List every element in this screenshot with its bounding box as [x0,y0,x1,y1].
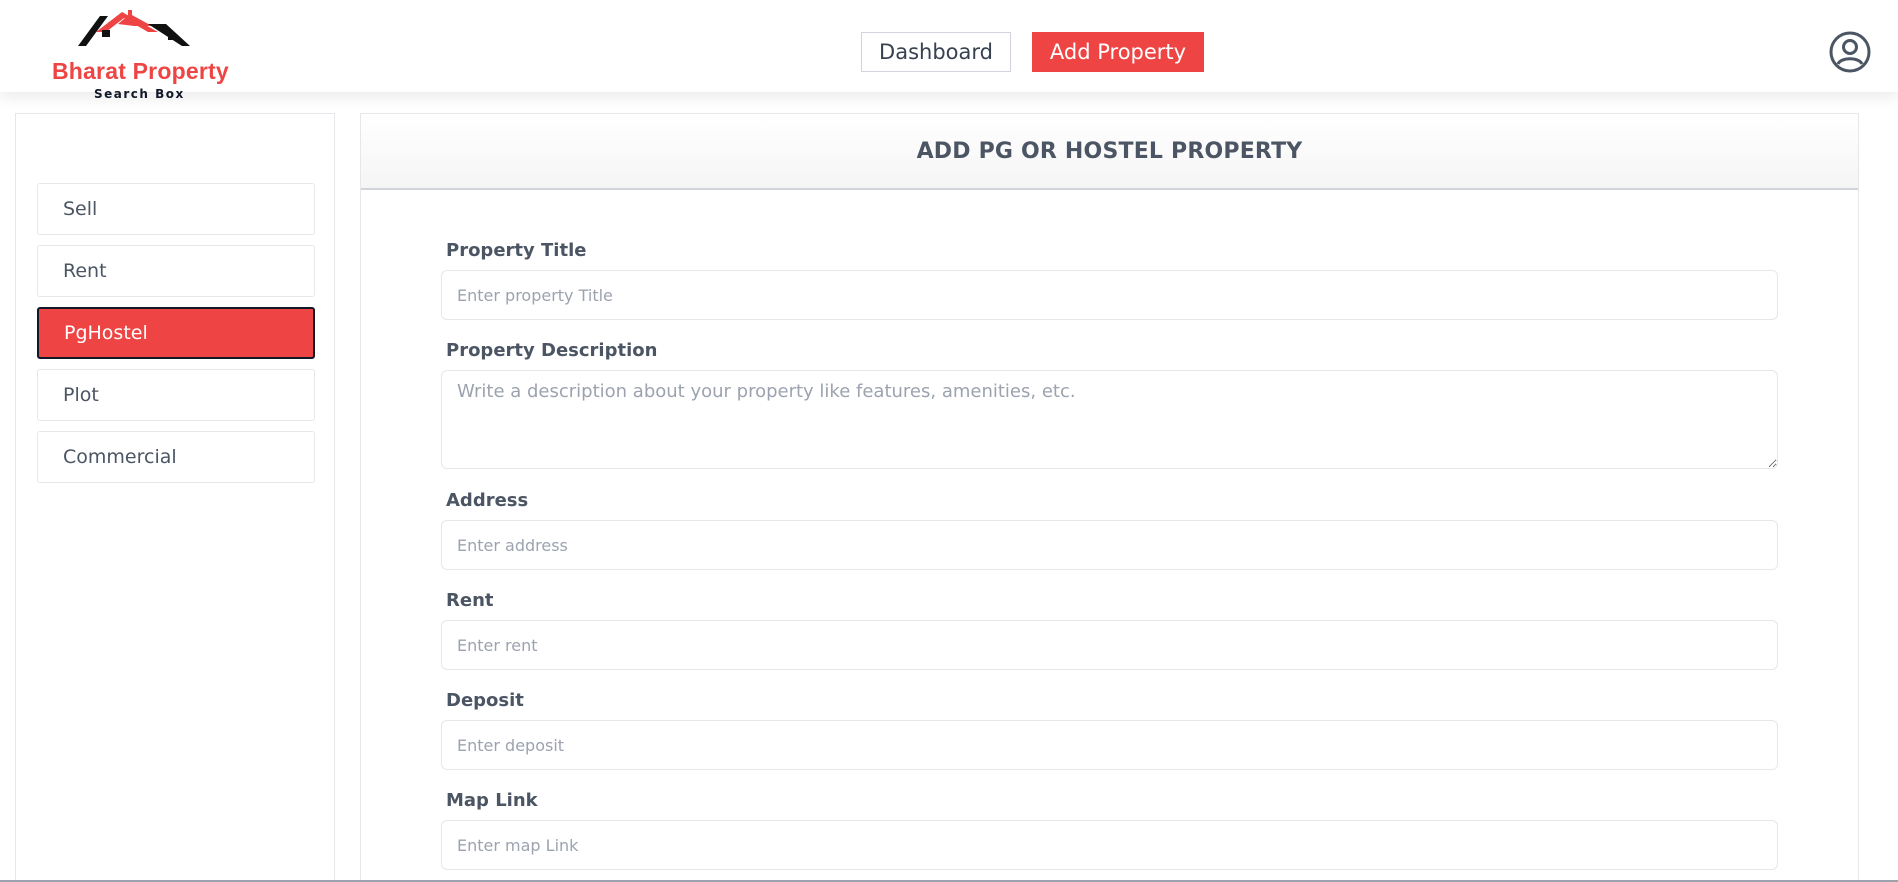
brand-title: Bharat Property [52,58,229,84]
dashboard-button[interactable]: Dashboard [861,32,1011,72]
user-circle-icon[interactable] [1828,30,1872,74]
property-title-label: Property Title [446,240,587,261]
deposit-input[interactable] [441,720,1778,770]
rent-input[interactable] [441,620,1778,670]
sidebar-item-label: Sell [63,198,98,220]
rent-label: Rent [446,590,494,611]
sidebar-item-label: Plot [63,384,99,406]
deposit-label: Deposit [446,690,524,711]
property-description-label: Property Description [446,340,658,361]
sidebar-item-commercial[interactable]: Commercial [37,431,315,483]
form-title: ADD PG OR HOSTEL PROPERTY [916,138,1303,164]
sidebar-item-plot[interactable]: Plot [37,369,315,421]
add-property-button[interactable]: Add Property [1032,32,1204,72]
property-type-sidebar: Sell Rent PgHostel Plot Commercial [15,113,335,882]
sidebar-item-rent[interactable]: Rent [37,245,315,297]
sidebar-item-label: Commercial [63,446,177,468]
map-link-input[interactable] [441,820,1778,870]
address-input[interactable] [441,520,1778,570]
top-header: Bharat Property Search Box Dashboard Add… [0,0,1898,101]
address-label: Address [446,490,529,511]
property-description-textarea[interactable] [441,370,1778,469]
sidebar-item-label: PgHostel [64,322,148,344]
brand-subtitle: Search Box [94,87,185,101]
property-title-input[interactable] [441,270,1778,320]
form-header: ADD PG OR HOSTEL PROPERTY [361,114,1858,190]
brand-logo[interactable]: Bharat Property Search Box [50,10,230,101]
sidebar-item-pghostel[interactable]: PgHostel [37,307,315,359]
add-property-form-panel: ADD PG OR HOSTEL PROPERTY Property Title… [360,113,1859,882]
sidebar-item-label: Rent [63,260,107,282]
sidebar-item-sell[interactable]: Sell [37,183,315,235]
house-roof-logo-icon [78,10,190,46]
map-link-label: Map Link [446,790,538,811]
